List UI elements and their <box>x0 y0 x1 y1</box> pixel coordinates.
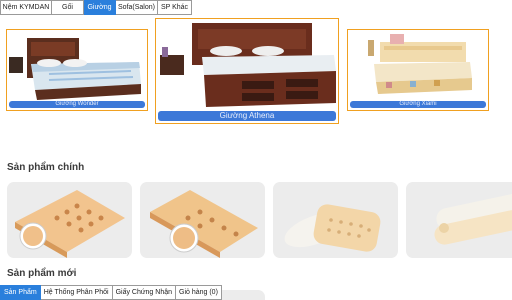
bottom-nav: Sản Phẩm Hệ Thống Phân Phối Giấy Chứng N… <box>0 285 222 300</box>
product-card-mattress-2[interactable] <box>140 182 265 258</box>
bed-xiami-image <box>368 34 472 94</box>
caption-wonder: Giường Wonder <box>9 101 145 108</box>
section-title-new-products: Sản phẩm mới <box>7 268 77 279</box>
product-card-bolster[interactable] <box>406 182 512 258</box>
pillow-image <box>284 204 381 252</box>
mattress-cut-image <box>150 190 258 258</box>
carousel-item-wonder[interactable]: Giường Wonder <box>6 29 148 111</box>
bottom-tab-distribution[interactable]: Hệ Thống Phân Phối <box>40 285 113 300</box>
caption-athena: Giường Athena <box>158 111 336 121</box>
mattress-cut-image <box>15 190 125 258</box>
tab-sp-khac[interactable]: SP Khác <box>158 0 192 15</box>
bottom-tab-cart[interactable]: Giỏ hàng (0) <box>176 285 222 300</box>
product-card-pillow[interactable] <box>273 182 398 258</box>
tab-giuong[interactable]: Giường <box>84 0 116 15</box>
bed-athena-image <box>160 23 336 107</box>
caption-xiami: Giường Xiami <box>350 101 486 108</box>
carousel-item-xiami[interactable]: Giường Xiami <box>347 29 489 111</box>
category-tabs: Nệm KYMDAN Gối Giường Sofa(Salon) SP Khá… <box>0 0 192 15</box>
bed-wonder-image <box>9 38 141 100</box>
tab-sofa[interactable]: Sofa(Salon) <box>116 0 158 15</box>
tab-nem-kymdan[interactable]: Nệm KYMDAN <box>0 0 52 15</box>
section-title-main-products: Sản phẩm chính <box>7 162 85 173</box>
tab-goi[interactable]: Gối <box>52 0 84 15</box>
bottom-tab-products[interactable]: Sản Phẩm <box>0 285 41 300</box>
product-card-mattress-1[interactable] <box>7 182 132 258</box>
bolster-pillow-image <box>434 193 512 245</box>
bottom-tab-certificates[interactable]: Giấy Chứng Nhận <box>112 285 176 300</box>
carousel-item-athena[interactable]: Giường Athena <box>155 18 339 124</box>
